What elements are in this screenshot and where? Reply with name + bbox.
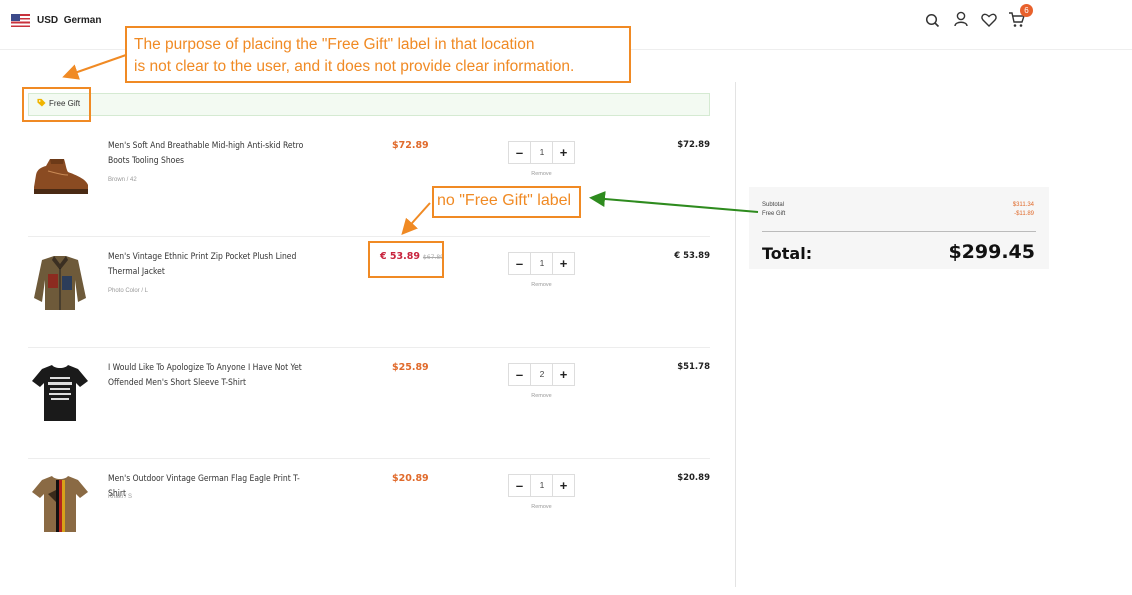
callout-line-1: The purpose of placing the "Free Gift" l… [134,36,535,53]
quantity-value[interactable]: 2 [531,364,553,385]
row-divider [28,458,710,459]
jacket-image[interactable] [28,250,92,314]
price-value: $20.89 [392,473,429,484]
row-divider [28,347,710,348]
product-name[interactable]: Men's Outdoor Vintage German Flag Eagle … [108,472,308,501]
product-price: $25.89 [392,362,429,373]
price-value: $25.89 [392,362,429,373]
product-variant: Khaki / S [108,494,133,500]
increase-qty-button[interactable]: + [552,253,574,274]
annotation-callout-no-label: no "Free Gift" label [432,186,581,218]
subtotal-value: $311.34 [1012,202,1034,208]
total-label: Total: [762,244,813,263]
product-variant: Photo Color / L [108,288,149,294]
line-total: € 53.89 [674,251,710,261]
quantity-value[interactable]: 1 [531,253,553,274]
heart-icon[interactable] [980,11,998,29]
quantity-stepper[interactable]: – 1 + [508,252,575,275]
decrease-qty-button[interactable]: – [509,253,531,274]
product-name[interactable]: I Would Like To Apologize To Anyone I Ha… [108,361,308,390]
column-divider [735,82,736,587]
product-price: $72.89 [392,140,429,151]
cart-count-badge: 6 [1020,4,1033,17]
free-gift-summary-label: Free Gift [762,211,786,217]
tshirt-black-image[interactable] [28,361,92,425]
language-label: German [63,15,102,26]
line-total: $72.89 [677,140,710,150]
free-gift-summary-value: -$11.89 [1014,211,1034,217]
row-divider [28,236,710,237]
total-value: $299.45 [948,241,1035,263]
callout-line-2: is not clear to the user, and it does no… [134,58,575,75]
currency-label: USD [37,15,59,26]
arrow-to-gift-label [62,54,127,80]
product-name[interactable]: Men's Soft And Breathable Mid-high Anti-… [108,139,308,168]
cart-row-4: Men's Outdoor Vintage German Flag Eagle … [28,464,710,575]
currency-language-selector[interactable]: USD German [37,15,101,26]
quantity-stepper[interactable]: – 1 + [508,141,575,164]
annotation-callout-location: The purpose of placing the "Free Gift" l… [125,26,631,83]
free-gift-highlight-box [22,87,91,122]
decrease-qty-button[interactable]: – [509,364,531,385]
increase-qty-button[interactable]: + [552,364,574,385]
increase-qty-button[interactable]: + [552,475,574,496]
decrease-qty-button[interactable]: – [509,142,531,163]
product-price: $20.89 [392,473,429,484]
decrease-qty-button[interactable]: – [509,475,531,496]
cart-row-3: I Would Like To Apologize To Anyone I Ha… [28,353,710,464]
quantity-value[interactable]: 1 [531,142,553,163]
order-summary: Subtotal $311.34 Free Gift -$11.89 Total… [749,187,1049,269]
tshirt-flag-image[interactable] [28,472,92,536]
product-name[interactable]: Men's Vintage Ethnic Print Zip Pocket Pl… [108,250,308,279]
subtotal-label: Subtotal [762,202,785,208]
remove-link[interactable]: Remove [508,393,575,399]
line-total: $51.78 [677,362,710,372]
price-value: $72.89 [392,140,429,151]
free-gift-bar [28,93,710,116]
boots-image[interactable] [28,139,92,203]
cart-row-1: Men's Soft And Breathable Mid-high Anti-… [28,131,710,242]
us-flag-icon[interactable] [11,14,30,27]
quantity-stepper[interactable]: – 2 + [508,363,575,386]
remove-link[interactable]: Remove [508,504,575,510]
line-total: $20.89 [677,473,710,483]
quantity-stepper[interactable]: – 1 + [508,474,575,497]
user-icon[interactable] [952,10,970,28]
remove-link[interactable]: Remove [508,282,575,288]
increase-qty-button[interactable]: + [552,142,574,163]
remove-link[interactable]: Remove [508,171,575,177]
product-variant: Brown / 42 [108,177,137,183]
summary-divider [762,231,1036,232]
price-highlight-box [368,241,444,278]
quantity-value[interactable]: 1 [531,475,553,496]
search-icon[interactable] [924,12,942,30]
